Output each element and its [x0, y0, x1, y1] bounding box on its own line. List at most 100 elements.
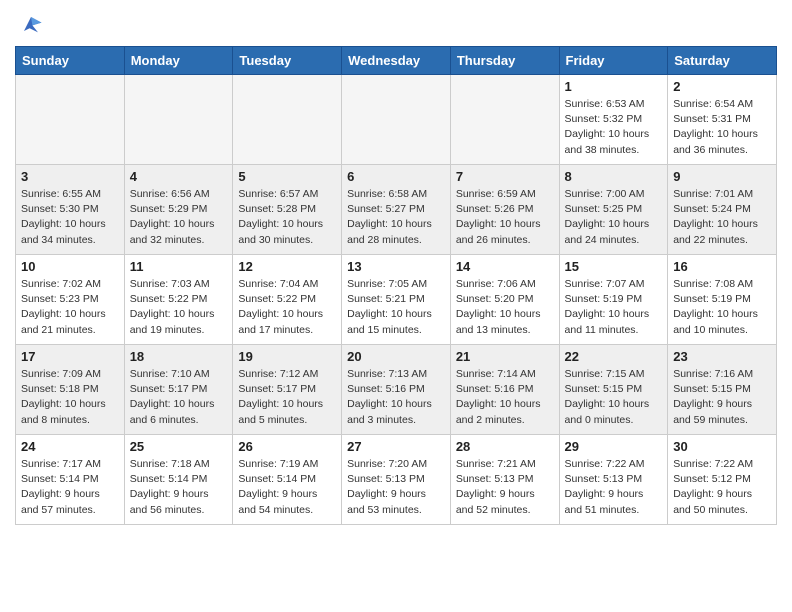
day-info: Sunrise: 7:04 AM Sunset: 5:22 PM Dayligh… [238, 277, 336, 338]
calendar-cell: 8 Sunrise: 7:00 AM Sunset: 5:25 PM Daylig… [559, 165, 668, 255]
day-number: 10 [21, 259, 119, 274]
calendar-cell: 15 Sunrise: 7:07 AM Sunset: 5:19 PM Dayli… [559, 255, 668, 345]
calendar-cell: 2Sunrise: 6:54 AM Sunset: 5:31 PM Daylig… [668, 75, 777, 165]
weekday-header-friday: Friday [559, 47, 668, 75]
day-info: Sunrise: 7:03 AM Sunset: 5:22 PM Dayligh… [130, 277, 228, 338]
day-number: 7 [456, 169, 554, 184]
calendar-cell [233, 75, 342, 165]
calendar-cell: 23 Sunrise: 7:16 AM Sunset: 5:15 PM Dayli… [668, 345, 777, 435]
day-number: 20 [347, 349, 445, 364]
calendar-cell: 6 Sunrise: 6:58 AM Sunset: 5:27 PM Daylig… [342, 165, 451, 255]
day-number: 24 [21, 439, 119, 454]
day-info: Sunrise: 7:12 AM Sunset: 5:17 PM Dayligh… [238, 367, 336, 428]
calendar-cell: 28 Sunrise: 7:21 AM Sunset: 5:13 PM Dayli… [450, 435, 559, 525]
day-number: 28 [456, 439, 554, 454]
day-number: 25 [130, 439, 228, 454]
calendar-cell: 12 Sunrise: 7:04 AM Sunset: 5:22 PM Dayli… [233, 255, 342, 345]
day-number: 12 [238, 259, 336, 274]
calendar-cell: 11 Sunrise: 7:03 AM Sunset: 5:22 PM Dayli… [124, 255, 233, 345]
calendar-cell: 30Sunrise: 7:22 AM Sunset: 5:12 PM Dayli… [668, 435, 777, 525]
day-number: 6 [347, 169, 445, 184]
logo-bird-icon [17, 10, 45, 38]
calendar-cell [450, 75, 559, 165]
calendar-cell: 4Sunrise: 6:56 AM Sunset: 5:29 PM Daylig… [124, 165, 233, 255]
weekday-header-thursday: Thursday [450, 47, 559, 75]
calendar-cell: 9 Sunrise: 7:01 AM Sunset: 5:24 PM Daylig… [668, 165, 777, 255]
day-number: 15 [565, 259, 663, 274]
calendar-week-4: 17 Sunrise: 7:09 AM Sunset: 5:18 PM Dayli… [16, 345, 777, 435]
day-info: Sunrise: 7:21 AM Sunset: 5:13 PM Dayligh… [456, 457, 554, 518]
day-number: 22 [565, 349, 663, 364]
weekday-header-tuesday: Tuesday [233, 47, 342, 75]
day-number: 11 [130, 259, 228, 274]
day-number: 4 [130, 169, 228, 184]
calendar-cell: 5Sunrise: 6:57 AM Sunset: 5:28 PM Daylig… [233, 165, 342, 255]
calendar-cell: 3 Sunrise: 6:55 AM Sunset: 5:30 PM Daylig… [16, 165, 125, 255]
day-info: Sunrise: 7:08 AM Sunset: 5:19 PM Dayligh… [673, 277, 771, 338]
calendar: SundayMondayTuesdayWednesdayThursdayFrid… [15, 46, 777, 525]
header [15, 10, 777, 38]
calendar-cell: 29Sunrise: 7:22 AM Sunset: 5:13 PM Dayli… [559, 435, 668, 525]
day-number: 19 [238, 349, 336, 364]
calendar-week-1: 1 Sunrise: 6:53 AM Sunset: 5:32 PM Daylig… [16, 75, 777, 165]
day-number: 23 [673, 349, 771, 364]
calendar-cell: 19 Sunrise: 7:12 AM Sunset: 5:17 PM Dayli… [233, 345, 342, 435]
day-number: 17 [21, 349, 119, 364]
calendar-cell [16, 75, 125, 165]
day-info: Sunrise: 7:19 AM Sunset: 5:14 PM Dayligh… [238, 457, 336, 518]
calendar-cell: 27 Sunrise: 7:20 AM Sunset: 5:13 PM Dayli… [342, 435, 451, 525]
day-info: Sunrise: 7:10 AM Sunset: 5:17 PM Dayligh… [130, 367, 228, 428]
day-number: 18 [130, 349, 228, 364]
day-info: Sunrise: 7:07 AM Sunset: 5:19 PM Dayligh… [565, 277, 663, 338]
calendar-cell: 16 Sunrise: 7:08 AM Sunset: 5:19 PM Dayli… [668, 255, 777, 345]
day-info: Sunrise: 6:58 AM Sunset: 5:27 PM Dayligh… [347, 187, 445, 248]
calendar-cell: 25 Sunrise: 7:18 AM Sunset: 5:14 PM Dayli… [124, 435, 233, 525]
day-info: Sunrise: 7:05 AM Sunset: 5:21 PM Dayligh… [347, 277, 445, 338]
calendar-cell: 21 Sunrise: 7:14 AM Sunset: 5:16 PM Dayli… [450, 345, 559, 435]
day-number: 26 [238, 439, 336, 454]
calendar-cell: 13 Sunrise: 7:05 AM Sunset: 5:21 PM Dayli… [342, 255, 451, 345]
day-info: Sunrise: 6:53 AM Sunset: 5:32 PM Dayligh… [565, 97, 663, 158]
day-info: Sunrise: 7:02 AM Sunset: 5:23 PM Dayligh… [21, 277, 119, 338]
day-info: Sunrise: 7:00 AM Sunset: 5:25 PM Dayligh… [565, 187, 663, 248]
calendar-week-5: 24 Sunrise: 7:17 AM Sunset: 5:14 PM Dayli… [16, 435, 777, 525]
calendar-week-3: 10 Sunrise: 7:02 AM Sunset: 5:23 PM Dayli… [16, 255, 777, 345]
calendar-header-row: SundayMondayTuesdayWednesdayThursdayFrid… [16, 47, 777, 75]
day-info: Sunrise: 6:57 AM Sunset: 5:28 PM Dayligh… [238, 187, 336, 248]
day-number: 9 [673, 169, 771, 184]
weekday-header-sunday: Sunday [16, 47, 125, 75]
day-info: Sunrise: 7:20 AM Sunset: 5:13 PM Dayligh… [347, 457, 445, 518]
day-number: 1 [565, 79, 663, 94]
day-info: Sunrise: 7:22 AM Sunset: 5:13 PM Dayligh… [565, 457, 663, 518]
day-info: Sunrise: 7:09 AM Sunset: 5:18 PM Dayligh… [21, 367, 119, 428]
day-number: 27 [347, 439, 445, 454]
weekday-header-monday: Monday [124, 47, 233, 75]
day-info: Sunrise: 7:01 AM Sunset: 5:24 PM Dayligh… [673, 187, 771, 248]
day-info: Sunrise: 7:17 AM Sunset: 5:14 PM Dayligh… [21, 457, 119, 518]
day-number: 13 [347, 259, 445, 274]
weekday-header-wednesday: Wednesday [342, 47, 451, 75]
weekday-header-saturday: Saturday [668, 47, 777, 75]
page: SundayMondayTuesdayWednesdayThursdayFrid… [0, 0, 792, 540]
day-info: Sunrise: 7:18 AM Sunset: 5:14 PM Dayligh… [130, 457, 228, 518]
day-info: Sunrise: 6:54 AM Sunset: 5:31 PM Dayligh… [673, 97, 771, 158]
calendar-cell: 1 Sunrise: 6:53 AM Sunset: 5:32 PM Daylig… [559, 75, 668, 165]
logo [15, 10, 45, 38]
calendar-cell: 22Sunrise: 7:15 AM Sunset: 5:15 PM Dayli… [559, 345, 668, 435]
day-info: Sunrise: 7:16 AM Sunset: 5:15 PM Dayligh… [673, 367, 771, 428]
day-number: 21 [456, 349, 554, 364]
calendar-cell: 14Sunrise: 7:06 AM Sunset: 5:20 PM Dayli… [450, 255, 559, 345]
day-number: 3 [21, 169, 119, 184]
calendar-cell: 17 Sunrise: 7:09 AM Sunset: 5:18 PM Dayli… [16, 345, 125, 435]
calendar-cell: 7Sunrise: 6:59 AM Sunset: 5:26 PM Daylig… [450, 165, 559, 255]
day-number: 8 [565, 169, 663, 184]
calendar-week-2: 3 Sunrise: 6:55 AM Sunset: 5:30 PM Daylig… [16, 165, 777, 255]
day-info: Sunrise: 6:55 AM Sunset: 5:30 PM Dayligh… [21, 187, 119, 248]
day-number: 16 [673, 259, 771, 274]
day-info: Sunrise: 7:13 AM Sunset: 5:16 PM Dayligh… [347, 367, 445, 428]
calendar-cell: 24 Sunrise: 7:17 AM Sunset: 5:14 PM Dayli… [16, 435, 125, 525]
day-info: Sunrise: 7:14 AM Sunset: 5:16 PM Dayligh… [456, 367, 554, 428]
day-info: Sunrise: 7:22 AM Sunset: 5:12 PM Dayligh… [673, 457, 771, 518]
calendar-cell: 26 Sunrise: 7:19 AM Sunset: 5:14 PM Dayli… [233, 435, 342, 525]
calendar-cell: 10 Sunrise: 7:02 AM Sunset: 5:23 PM Dayli… [16, 255, 125, 345]
